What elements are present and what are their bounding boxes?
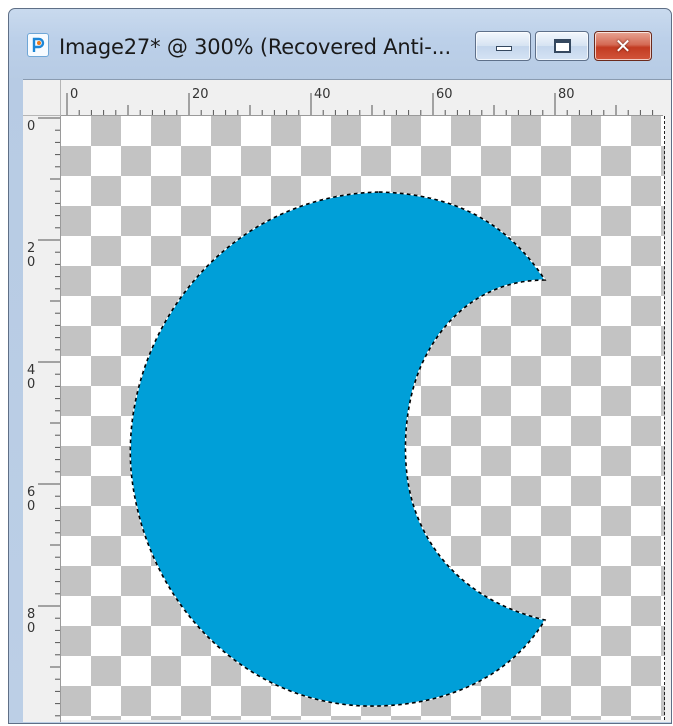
title-bar[interactable]: Image27* @ 300% (Recovered Anti-... ✕ — [9, 9, 671, 79]
maximize-button[interactable] — [535, 31, 589, 61]
close-icon: ✕ — [614, 34, 632, 58]
close-button[interactable]: ✕ — [594, 31, 652, 61]
minimize-icon — [496, 46, 512, 51]
ruler-label: 0 — [27, 621, 35, 636]
ruler-label: 0 — [27, 499, 35, 514]
ruler-label: 80 — [558, 87, 575, 102]
ruler-label: 60 — [436, 87, 453, 102]
minimize-button[interactable] — [475, 31, 531, 61]
document-area: 0 20 40 60 80 020406080 — [23, 79, 671, 722]
image-canvas[interactable] — [61, 116, 665, 720]
crescent-moon-shape[interactable] — [130, 192, 545, 707]
ruler-label: 0 — [27, 119, 35, 134]
ruler-corner — [23, 80, 61, 116]
ruler-label: 0 — [27, 255, 35, 270]
ruler-label: 20 — [192, 87, 209, 102]
ruler-label: 0 — [27, 377, 35, 392]
ruler-label: 0 — [70, 87, 78, 102]
horizontal-ruler-ticks: 0 20 40 60 80 — [66, 87, 654, 115]
ruler-label: 8 — [27, 607, 35, 622]
vertical-ruler-ticks: 020406080 — [27, 117, 60, 717]
canvas-artwork — [129, 191, 547, 707]
horizontal-ruler[interactable]: 0 20 40 60 80 — [61, 80, 663, 116]
ruler-label: 40 — [314, 87, 331, 102]
image-window: Image27* @ 300% (Recovered Anti-... ✕ 02… — [8, 8, 672, 724]
vertical-ruler[interactable]: 020406080 — [23, 116, 61, 722]
ruler-label: 2 — [27, 241, 35, 256]
maximize-icon — [554, 39, 571, 53]
window-title: Image27* @ 300% (Recovered Anti-... — [59, 35, 452, 59]
ruler-label: 6 — [27, 485, 35, 500]
ruler-label: 4 — [27, 363, 35, 378]
paintshop-pro-icon[interactable] — [27, 33, 49, 57]
